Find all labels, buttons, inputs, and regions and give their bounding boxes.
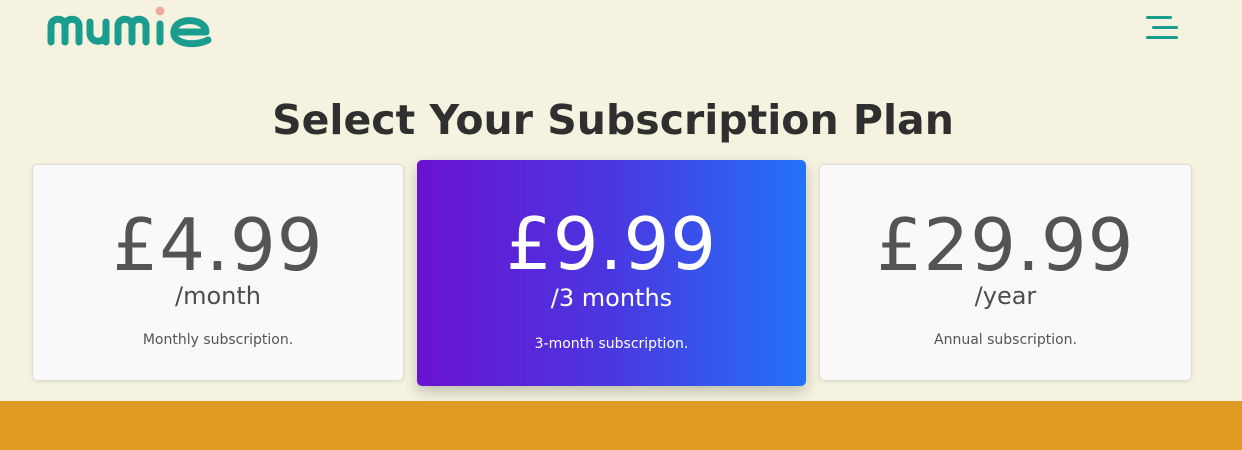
logo-dot	[155, 6, 165, 16]
hamburger-menu-icon[interactable]	[1140, 10, 1182, 46]
plan-period: /year	[974, 282, 1037, 310]
plan-price: £9.99	[505, 202, 718, 286]
plan-price: £4.99	[112, 203, 324, 287]
plan-card-quarterly[interactable]: £9.99 /3 months 3-month subscription.	[417, 160, 806, 386]
mumie-logo[interactable]: mumie	[46, 2, 221, 52]
page-title: Select Your Subscription Plan	[272, 96, 954, 144]
plan-card-annual[interactable]: £29.99 /year Annual subscription.	[819, 164, 1192, 381]
menu-line-bottom	[1146, 36, 1178, 39]
plan-period: /month	[175, 282, 261, 310]
plan-description: 3-month subscription.	[534, 336, 689, 352]
footer-band	[0, 401, 1242, 450]
plan-card-monthly[interactable]: £4.99 /month Monthly subscription.	[32, 164, 404, 381]
plan-period: /3 months	[550, 284, 673, 312]
site-header: mumie	[0, 0, 1242, 70]
plan-description: Monthly subscription.	[142, 332, 294, 348]
plan-description: Annual subscription.	[934, 332, 1077, 348]
menu-line-middle	[1152, 26, 1178, 29]
menu-line-top	[1146, 16, 1172, 19]
plan-price: £29.99	[876, 203, 1135, 287]
